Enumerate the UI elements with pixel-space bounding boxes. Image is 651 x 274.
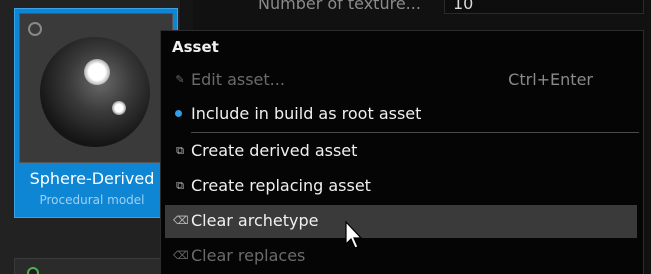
specular-highlight-small — [112, 101, 126, 115]
asset-thumbnail — [19, 13, 173, 163]
menu-item-create-derived[interactable]: ⧉ Create derived asset — [165, 135, 637, 168]
status-circle-icon — [28, 22, 42, 36]
eraser-icon: ⌫ — [173, 214, 189, 227]
menu-item-label: Clear archetype — [191, 211, 319, 230]
menu-header: Asset — [172, 38, 219, 56]
status-circle-icon — [27, 267, 39, 274]
eraser-icon: ⌫ — [173, 249, 189, 262]
asset-tile-selected[interactable]: Sphere-Derived Procedural model — [14, 8, 178, 218]
menu-item-clear-replaces[interactable]: ⌫ Clear replaces — [165, 240, 637, 273]
menu-item-label: Include in build as root asset — [191, 104, 422, 123]
asset-type: Procedural model — [39, 193, 145, 207]
context-menu: Asset ✎ Edit asset... Ctrl+Enter Include… — [160, 30, 644, 274]
specular-highlight — [84, 59, 110, 85]
sphere-preview — [40, 37, 150, 147]
property-value[interactable]: 10 — [453, 0, 473, 13]
asset-tile[interactable] — [14, 258, 164, 274]
menu-item-create-replacing[interactable]: ⧉ Create replacing asset — [165, 170, 637, 203]
menu-separator — [191, 132, 639, 133]
menu-item-clear-archetype[interactable]: ⌫ Clear archetype — [165, 205, 637, 238]
asset-browser-panel: Sphere-Derived Procedural model — [0, 0, 180, 274]
menu-item-label: Edit asset... — [191, 70, 285, 89]
copy-icon: ⧉ — [176, 179, 184, 192]
bullet-icon — [175, 110, 182, 117]
menu-item-edit-asset[interactable]: ✎ Edit asset... Ctrl+Enter — [165, 64, 637, 97]
pencil-icon: ✎ — [175, 73, 185, 86]
menu-item-label: Create replacing asset — [191, 176, 371, 195]
asset-name: Sphere-Derived — [29, 169, 155, 188]
menu-item-include-in-build[interactable]: Include in build as root asset — [165, 98, 637, 131]
shortcut-label: Ctrl+Enter — [508, 70, 593, 89]
property-value-field[interactable]: 10 — [444, 0, 644, 14]
copy-icon: ⧉ — [176, 144, 184, 157]
mouse-cursor-icon — [345, 220, 363, 249]
property-row: Number of texture... 10 — [196, 0, 651, 20]
menu-item-label: Create derived asset — [191, 141, 358, 160]
menu-item-label: Clear replaces — [191, 246, 306, 265]
property-label: Number of texture... — [258, 0, 421, 13]
